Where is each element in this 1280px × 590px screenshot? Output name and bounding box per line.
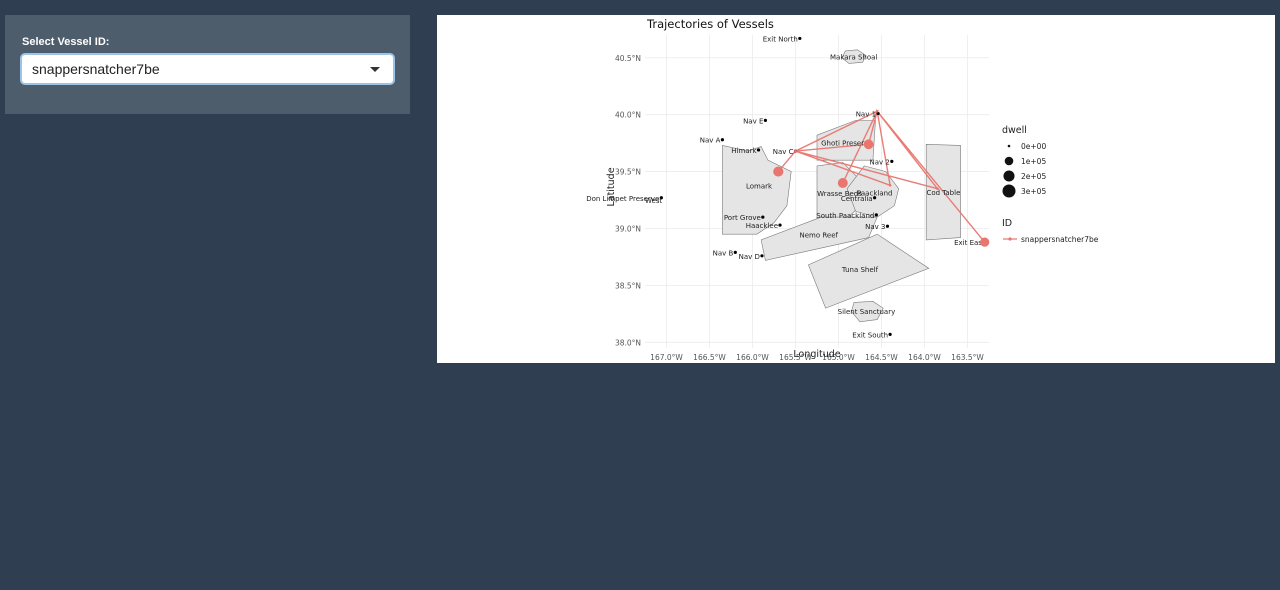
dwell-legend-key bbox=[1003, 170, 1015, 182]
dwell-legend-label: 1e+05 bbox=[1021, 157, 1046, 166]
vessel-select-label: Select Vessel ID: bbox=[22, 36, 110, 48]
dwell-legend-key bbox=[1004, 156, 1014, 166]
place-label-exit-north: Exit North bbox=[763, 35, 798, 43]
place-label-exit-south: Exit South bbox=[852, 331, 888, 339]
x-tick-label: 164.5°W bbox=[865, 353, 898, 362]
sidebar-panel: Select Vessel ID: snappersnatcher7be bbox=[5, 15, 410, 114]
id-legend-label: snappersnatcher7be bbox=[1021, 235, 1099, 244]
region-label-lomark: Lomark bbox=[746, 183, 773, 191]
id-legend-title: ID bbox=[1002, 218, 1012, 229]
place-label-nav-2: Nav 2 bbox=[869, 158, 889, 166]
trajectory-chart-svg: Exit North Nav E Nav A Himark Nav C Nav 1 Nav … bbox=[586, 17, 1099, 362]
y-tick-label: 39.0°N bbox=[615, 224, 641, 233]
place-marker-port-grove bbox=[761, 215, 765, 219]
place-marker-nav-b bbox=[733, 250, 737, 254]
place-label-nav-1: Nav 1 bbox=[856, 111, 876, 119]
trajectory-point bbox=[936, 187, 939, 190]
trajectory-point bbox=[773, 166, 784, 177]
region-label-tuna-shelf: Tuna Shelf bbox=[841, 266, 879, 274]
place-label-nav-b: Nav B bbox=[713, 249, 734, 257]
place-label-nav-c: Nav C bbox=[773, 148, 794, 156]
region-label-paackland: Paackland bbox=[857, 190, 893, 198]
vessel-id-selected-value: snappersnatcher7be bbox=[32, 61, 160, 77]
vessel-id-select[interactable]: snappersnatcher7be bbox=[22, 55, 393, 83]
place-marker-nav-3 bbox=[885, 224, 890, 228]
trajectory-point bbox=[794, 149, 797, 153]
place-marker-exit-south bbox=[888, 332, 892, 336]
y-tick-label: 40.5°N bbox=[615, 54, 641, 63]
id-legend-key-dot bbox=[1008, 237, 1012, 241]
region-label-wrasse-beds: Wrasse Beds bbox=[817, 190, 862, 198]
trajectory-point bbox=[837, 177, 848, 188]
place-marker-nav-d bbox=[760, 254, 764, 258]
region-label-silent-sanctuary: Silent Sanctuary bbox=[838, 308, 896, 316]
x-tick-label: 166.5°W bbox=[693, 353, 726, 362]
edge-label-west: West bbox=[645, 197, 662, 205]
x-tick-label: 166.0°W bbox=[736, 353, 769, 362]
dwell-legend-label: 0e+00 bbox=[1021, 142, 1046, 151]
y-axis-title: Latitude bbox=[606, 167, 617, 206]
caret-down-icon[interactable] bbox=[370, 67, 380, 72]
dwell-legend-key bbox=[1007, 144, 1011, 148]
trajectory-point bbox=[875, 109, 879, 113]
y-tick-label: 40.0°N bbox=[615, 111, 641, 120]
place-marker-nav-e bbox=[763, 118, 767, 122]
place-label-haacklee: Haacklee bbox=[746, 222, 778, 230]
place-marker-haacklee bbox=[778, 223, 782, 227]
place-label-nav-3: Nav 3 bbox=[865, 223, 885, 231]
dwell-legend-label: 2e+05 bbox=[1021, 172, 1046, 181]
y-tick-label: 39.5°N bbox=[615, 168, 641, 177]
place-marker-south-paackland bbox=[874, 213, 878, 217]
region-label-makara-shoal: Makara Shoal bbox=[830, 54, 877, 62]
region-label-cod-table: Cod Table bbox=[926, 189, 960, 197]
x-axis-title: Longitude bbox=[793, 349, 840, 360]
trajectory-point bbox=[863, 139, 874, 150]
dwell-legend-key bbox=[1002, 184, 1016, 198]
x-tick-label: 164.0°W bbox=[908, 353, 941, 362]
trajectory-point bbox=[980, 237, 990, 247]
region-label-nemo-reef: Nemo Reef bbox=[799, 231, 838, 239]
place-marker-himark bbox=[756, 148, 761, 152]
dwell-legend-title: dwell bbox=[1002, 125, 1027, 136]
x-tick-label: 163.5°W bbox=[951, 353, 984, 362]
place-label-nav-d: Nav D bbox=[739, 253, 760, 261]
place-label-himark: Himark bbox=[731, 147, 757, 155]
chart-title: Trajectories of Vessels bbox=[646, 17, 774, 31]
place-label-port-grove: Port Grove bbox=[724, 214, 761, 222]
place-label-nav-a: Nav A bbox=[700, 137, 721, 145]
place-marker-exit-north bbox=[798, 36, 802, 41]
place-label-nav-e: Nav E bbox=[743, 117, 763, 125]
place-marker-nav-2 bbox=[890, 159, 894, 163]
dwell-legend-label: 3e+05 bbox=[1021, 187, 1046, 196]
place-label-south-paackland: South Paackland bbox=[816, 212, 874, 220]
y-tick-label: 38.5°N bbox=[615, 281, 641, 290]
x-tick-label: 167.0°W bbox=[650, 353, 683, 362]
trajectory-plot: Exit North Nav E Nav A Himark Nav C Nav 1 Nav … bbox=[437, 15, 1275, 363]
trajectory-point bbox=[888, 183, 892, 187]
place-marker-nav-a bbox=[720, 138, 724, 142]
y-tick-label: 38.0°N bbox=[615, 338, 641, 347]
